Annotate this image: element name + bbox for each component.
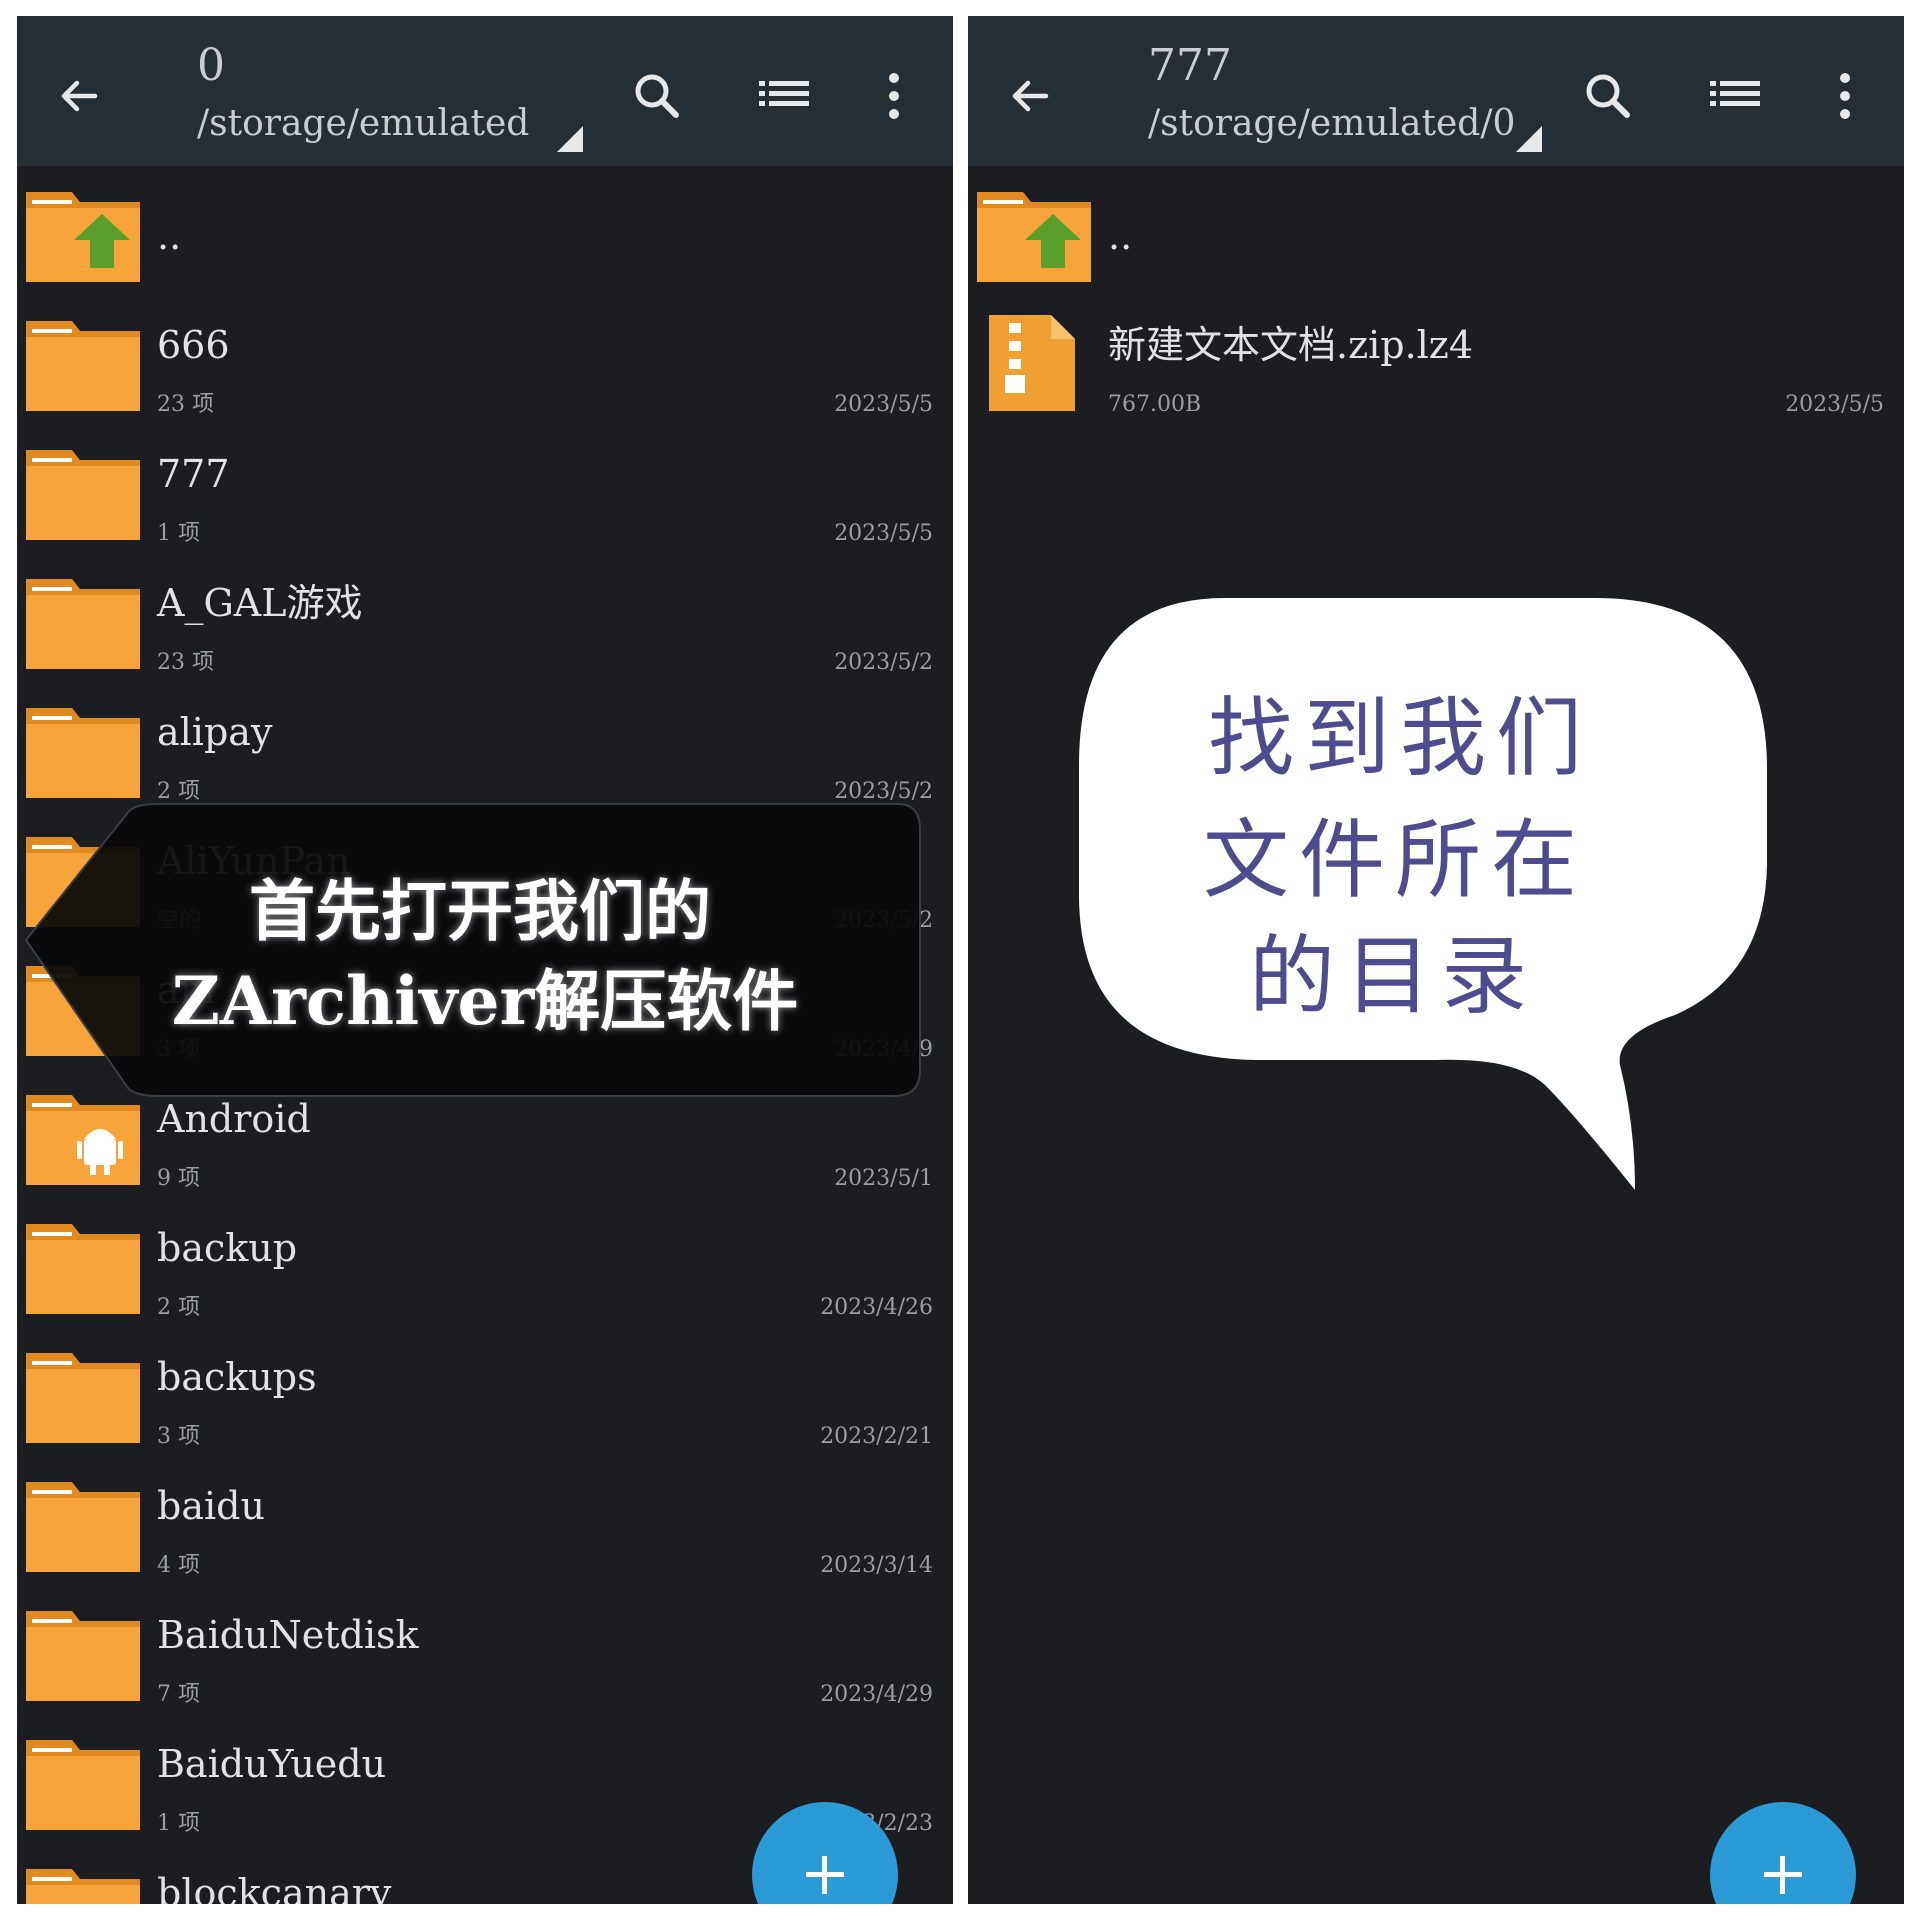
parent-folder-label: .. <box>1108 214 1133 258</box>
archive-file-icon <box>989 315 1075 411</box>
more-options-button[interactable] <box>854 56 934 136</box>
item-meta: 3 项 <box>157 1424 200 1449</box>
folder-icon <box>26 1740 140 1830</box>
folder-up-icon <box>26 192 140 282</box>
item-meta: 9 项 <box>157 1166 200 1191</box>
list-icon <box>1710 81 1760 106</box>
item-date: 2023/3/14 <box>820 1553 933 1578</box>
folder-row[interactable]: baidu 4 项 2023/3/14 <box>17 1456 953 1585</box>
folder-icon <box>26 579 140 669</box>
parent-folder-label: .. <box>157 214 182 258</box>
item-date: 2023/4/26 <box>820 1295 933 1320</box>
callout-line-2: ZArchiver解压软件 <box>171 962 799 1040</box>
list-icon <box>759 81 809 106</box>
add-button[interactable] <box>1710 1802 1856 1904</box>
item-date: 2023/5/2 <box>834 650 933 675</box>
item-meta: 7 项 <box>157 1682 200 1707</box>
item-name: backup <box>157 1226 298 1270</box>
bubble-line-2: 文件所在 <box>1203 810 1587 911</box>
search-icon <box>635 74 679 118</box>
sort-list-button[interactable] <box>1695 56 1775 136</box>
dropdown-corner-icon[interactable] <box>557 126 583 152</box>
folder-icon <box>26 1611 140 1701</box>
bubble-line-1: 找到我们 <box>1208 688 1592 789</box>
location-title[interactable]: 0 /storage/emulated <box>197 38 607 158</box>
more-vert-icon <box>889 73 899 119</box>
item-date: 2023/5/1 <box>834 1166 933 1191</box>
more-options-button[interactable] <box>1805 56 1885 136</box>
more-vert-icon <box>1840 73 1850 119</box>
folder-row[interactable]: A_GAL游戏 23 项 2023/5/2 <box>17 553 953 682</box>
file-row[interactable]: 新建文本文档.zip.lz4 767.00B 2023/5/5 <box>968 295 1904 424</box>
item-meta: 767.00B <box>1108 392 1202 417</box>
sort-list-button[interactable] <box>744 56 824 136</box>
item-date: 2023/2/21 <box>820 1424 933 1449</box>
folder-title: 777 <box>1148 40 1232 91</box>
item-meta: 2 项 <box>157 1295 200 1320</box>
callout-line-1: 首先打开我们的 <box>249 872 711 950</box>
folder-row[interactable]: BaiduNetdisk 7 项 2023/4/29 <box>17 1585 953 1714</box>
item-name: BaiduNetdisk <box>157 1613 419 1657</box>
bubble-line-3: 的目录 <box>1249 926 1537 1027</box>
folder-path: /storage/emulated/0 <box>1148 103 1516 144</box>
folder-up-icon <box>977 192 1091 282</box>
item-date: 2023/4/29 <box>820 1682 933 1707</box>
item-meta: 1 项 <box>157 521 200 546</box>
search-button[interactable] <box>1568 56 1648 136</box>
item-name: 777 <box>157 452 230 496</box>
item-name: BaiduYuedu <box>157 1742 387 1786</box>
item-meta: 1 项 <box>157 1811 200 1836</box>
item-meta: 4 项 <box>157 1553 200 1578</box>
folder-row[interactable]: backups 3 项 2023/2/21 <box>17 1327 953 1456</box>
parent-folder-row[interactable]: .. <box>17 166 953 295</box>
back-button[interactable] <box>39 56 119 136</box>
search-button[interactable] <box>617 56 697 136</box>
arrow-left-icon <box>61 80 98 112</box>
back-button[interactable] <box>990 56 1070 136</box>
toolbar: 0 /storage/emulated <box>17 16 953 166</box>
item-date: 2023/5/5 <box>834 392 933 417</box>
item-name: 666 <box>157 323 230 367</box>
item-name: backups <box>157 1355 317 1399</box>
arrow-left-icon <box>1012 80 1049 112</box>
folder-title: 0 <box>197 40 225 91</box>
folder-icon <box>26 1224 140 1314</box>
item-name: Android <box>157 1097 311 1141</box>
folder-icon <box>26 1482 140 1572</box>
folder-icon <box>26 321 140 411</box>
folder-icon <box>26 450 140 540</box>
item-name: alipay <box>157 710 273 754</box>
item-name: blockcanary <box>157 1871 392 1904</box>
location-title[interactable]: 777 /storage/emulated/0 <box>1148 38 1558 158</box>
android-folder-icon <box>26 1095 140 1185</box>
folder-row[interactable]: 777 1 项 2023/5/5 <box>17 424 953 553</box>
item-meta: 23 项 <box>157 392 214 417</box>
toolbar: 777 /storage/emulated/0 <box>968 16 1904 166</box>
folder-path: /storage/emulated <box>197 103 530 144</box>
item-date: 2023/5/5 <box>834 521 933 546</box>
item-name: 新建文本文档.zip.lz4 <box>1108 323 1474 367</box>
parent-folder-row[interactable]: .. <box>968 166 1904 295</box>
folder-icon <box>26 1869 140 1904</box>
item-name: A_GAL游戏 <box>157 581 363 625</box>
folder-row[interactable]: 666 23 项 2023/5/5 <box>17 295 953 424</box>
file-list: .. 新建文本文档.zip.lz4 767.00B 2023/5/5 <box>968 166 1904 424</box>
folder-icon <box>26 708 140 798</box>
dropdown-corner-icon[interactable] <box>1516 126 1542 152</box>
folder-icon <box>26 1353 140 1443</box>
item-date: 2023/5/5 <box>1785 392 1884 417</box>
item-name: baidu <box>157 1484 265 1528</box>
folder-row[interactable]: backup 2 项 2023/4/26 <box>17 1198 953 1327</box>
folder-row[interactable]: alipay 2 项 2023/5/2 <box>17 682 953 811</box>
item-meta: 23 项 <box>157 650 214 675</box>
search-icon <box>1586 74 1630 118</box>
